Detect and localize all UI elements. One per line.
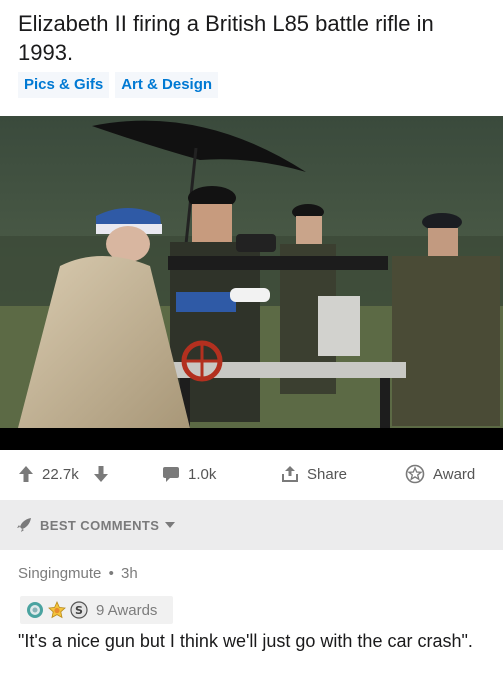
upvote-count: 22.7k xyxy=(42,465,79,483)
sort-label: BEST COMMENTS xyxy=(40,517,160,533)
vote-controls: 22.7k xyxy=(18,450,109,498)
post-flairs: Pics & Gifs Art & Design xyxy=(18,72,219,98)
comment-body: "It's a nice gun but I think we'll just … xyxy=(18,631,473,651)
comment-author[interactable]: Singingmute xyxy=(18,565,101,582)
post-title[interactable]: Elizabeth II firing a British L85 battle… xyxy=(18,9,488,67)
chevron-down-icon xyxy=(165,522,176,528)
awards-count: 9 Awards xyxy=(96,601,158,619)
flair-art-design[interactable]: Art & Design xyxy=(115,72,219,98)
arrow-down-icon xyxy=(93,466,108,482)
downvote-button[interactable] xyxy=(93,465,109,483)
upvote-button[interactable] xyxy=(18,465,34,483)
rocket-icon xyxy=(17,518,31,532)
arrow-up-icon xyxy=(19,466,33,482)
comment-sort-bar[interactable]: BEST COMMENTS xyxy=(0,500,503,550)
svg-text:S: S xyxy=(75,604,83,617)
speech-bubble-icon xyxy=(163,467,179,482)
post-actions-bar: 22.7k 1.0k Share Award xyxy=(0,450,503,498)
share-button[interactable]: Share xyxy=(281,450,347,498)
meta-separator: • xyxy=(108,565,114,582)
post-photo xyxy=(0,116,503,450)
comment-awards[interactable]: S 9 Awards xyxy=(20,596,173,624)
comments-button[interactable]: 1.0k xyxy=(162,450,216,498)
post-image[interactable] xyxy=(0,116,503,450)
comment-age: 3h xyxy=(121,565,138,582)
coin-award-icon: S xyxy=(70,601,88,619)
share-upload-icon xyxy=(282,466,298,482)
silver-award-icon xyxy=(27,602,43,618)
comment-meta: Singingmute • 3h xyxy=(18,565,138,582)
gold-award-icon xyxy=(48,601,66,619)
award-label: Award xyxy=(433,465,476,483)
comments-count: 1.0k xyxy=(188,465,217,483)
award-button[interactable]: Award xyxy=(405,450,475,498)
flair-pics-gifs[interactable]: Pics & Gifs xyxy=(18,72,110,98)
share-label: Share xyxy=(307,465,348,483)
star-award-icon xyxy=(405,464,425,484)
